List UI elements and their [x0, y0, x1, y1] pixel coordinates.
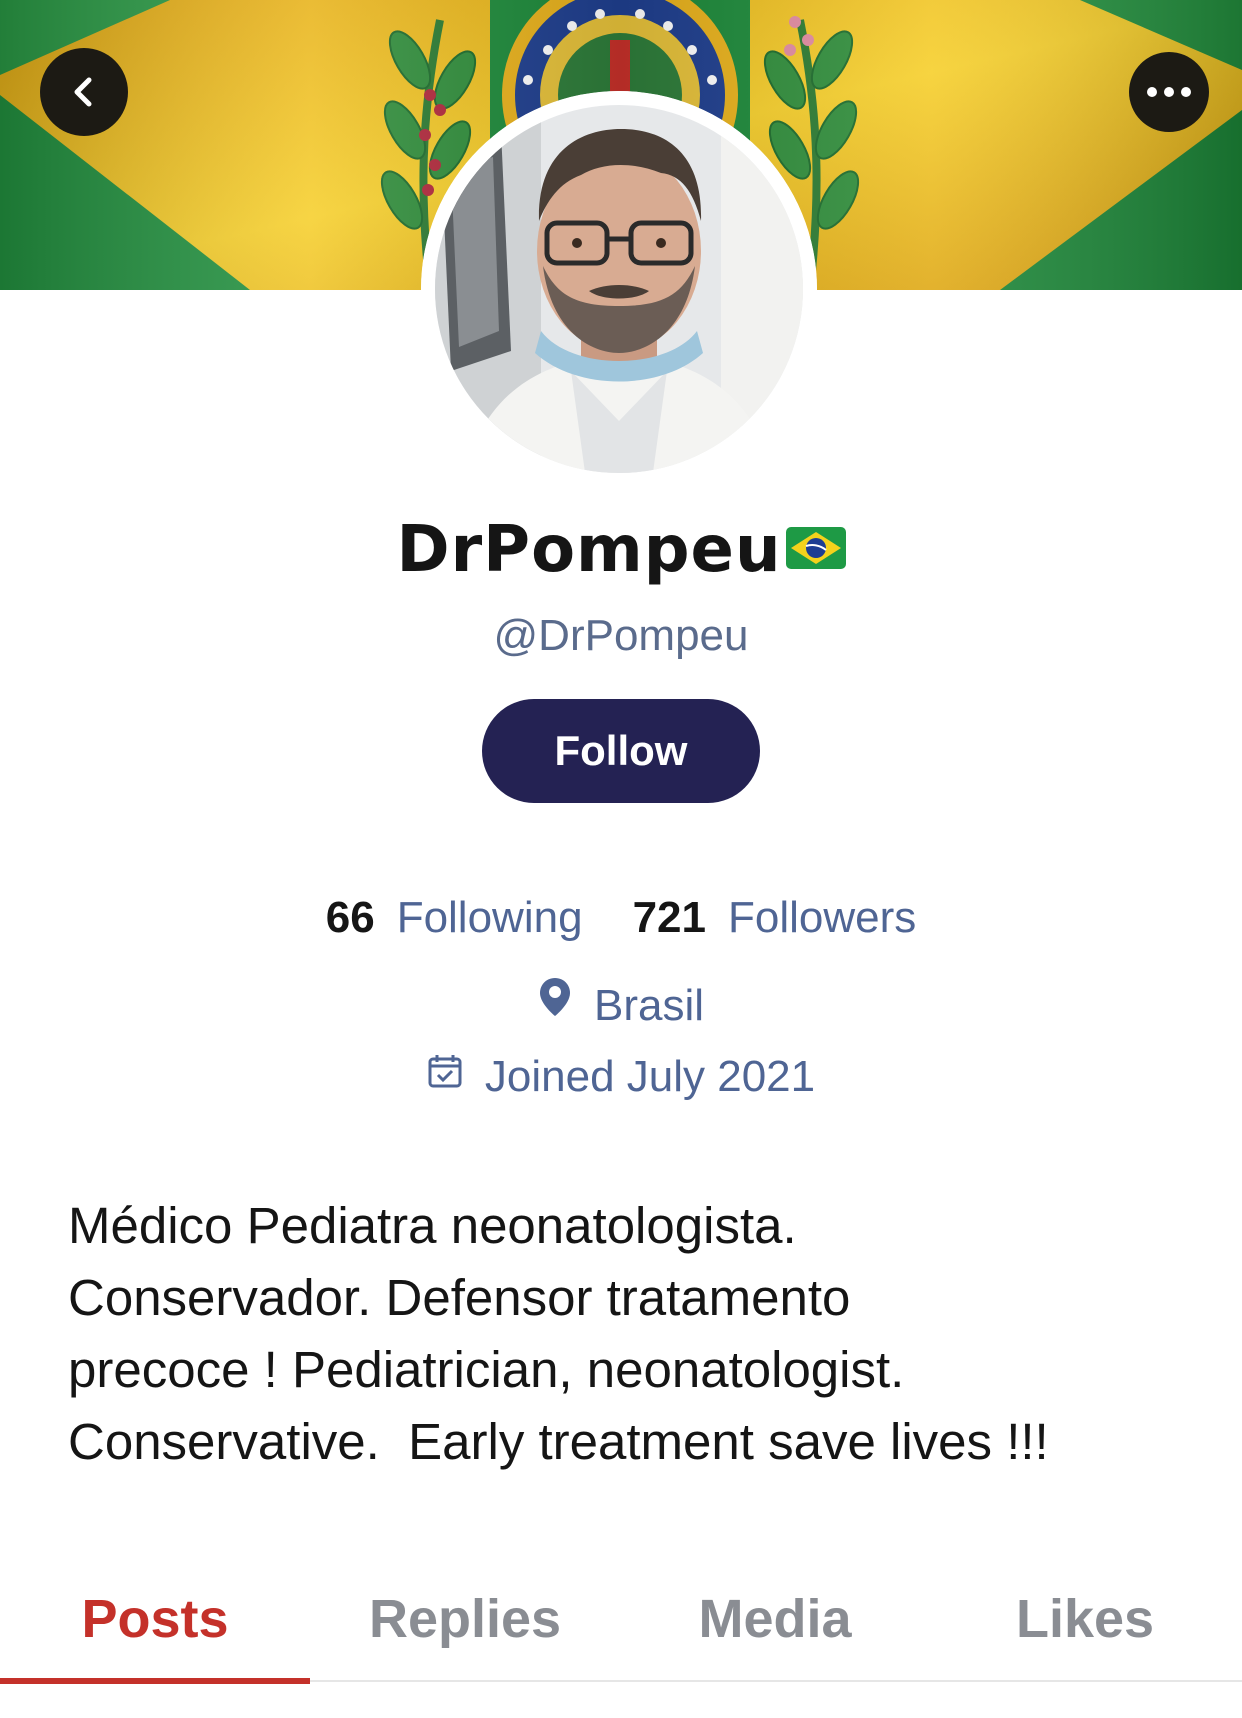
profile-page: DrPompeu @DrPompeu Follow 66 Following 721… [0, 0, 1242, 1718]
brazil-flag-emoji-icon [785, 508, 846, 588]
location-text: Brasil [593, 981, 705, 1030]
ellipsis-icon [1147, 87, 1191, 97]
profile-photo-avatar [421, 91, 817, 487]
followers-stat[interactable]: 721 Followers [633, 890, 917, 946]
display-name: DrPompeu [396, 513, 782, 587]
joined-text: Joined July 2021 [484, 1052, 816, 1101]
following-label: Following [396, 893, 583, 942]
location-row: Brasil [0, 978, 1242, 1034]
following-stat[interactable]: 66 Following [326, 890, 583, 946]
chevron-left-icon [74, 77, 92, 107]
following-count: 66 [325, 893, 375, 942]
follow-button[interactable]: Follow [482, 699, 760, 803]
display-name-row: DrPompeu [0, 510, 1242, 590]
tab-replies[interactable]: Replies [310, 1560, 620, 1678]
followers-label: Followers [727, 893, 917, 942]
profile-tabs: Posts Replies Media Likes [0, 1560, 1242, 1682]
map-pin-icon [538, 976, 572, 1032]
back-button[interactable] [40, 48, 128, 136]
tab-posts[interactable]: Posts [0, 1560, 310, 1678]
more-options-button[interactable] [1129, 52, 1209, 132]
tab-likes[interactable]: Likes [930, 1560, 1240, 1678]
tab-media[interactable]: Media [620, 1560, 930, 1678]
calendar-icon [427, 1047, 463, 1103]
handle: @DrPompeu [493, 611, 749, 660]
avatar[interactable] [421, 91, 817, 487]
follow-stats: 66 Following 721 Followers [0, 890, 1242, 946]
followers-count: 721 [632, 893, 706, 942]
active-tab-indicator [0, 1678, 310, 1684]
joined-row: Joined July 2021 [0, 1049, 1242, 1105]
bio-text: Médico Pediatra neonatologista. Conserva… [68, 1197, 1049, 1470]
